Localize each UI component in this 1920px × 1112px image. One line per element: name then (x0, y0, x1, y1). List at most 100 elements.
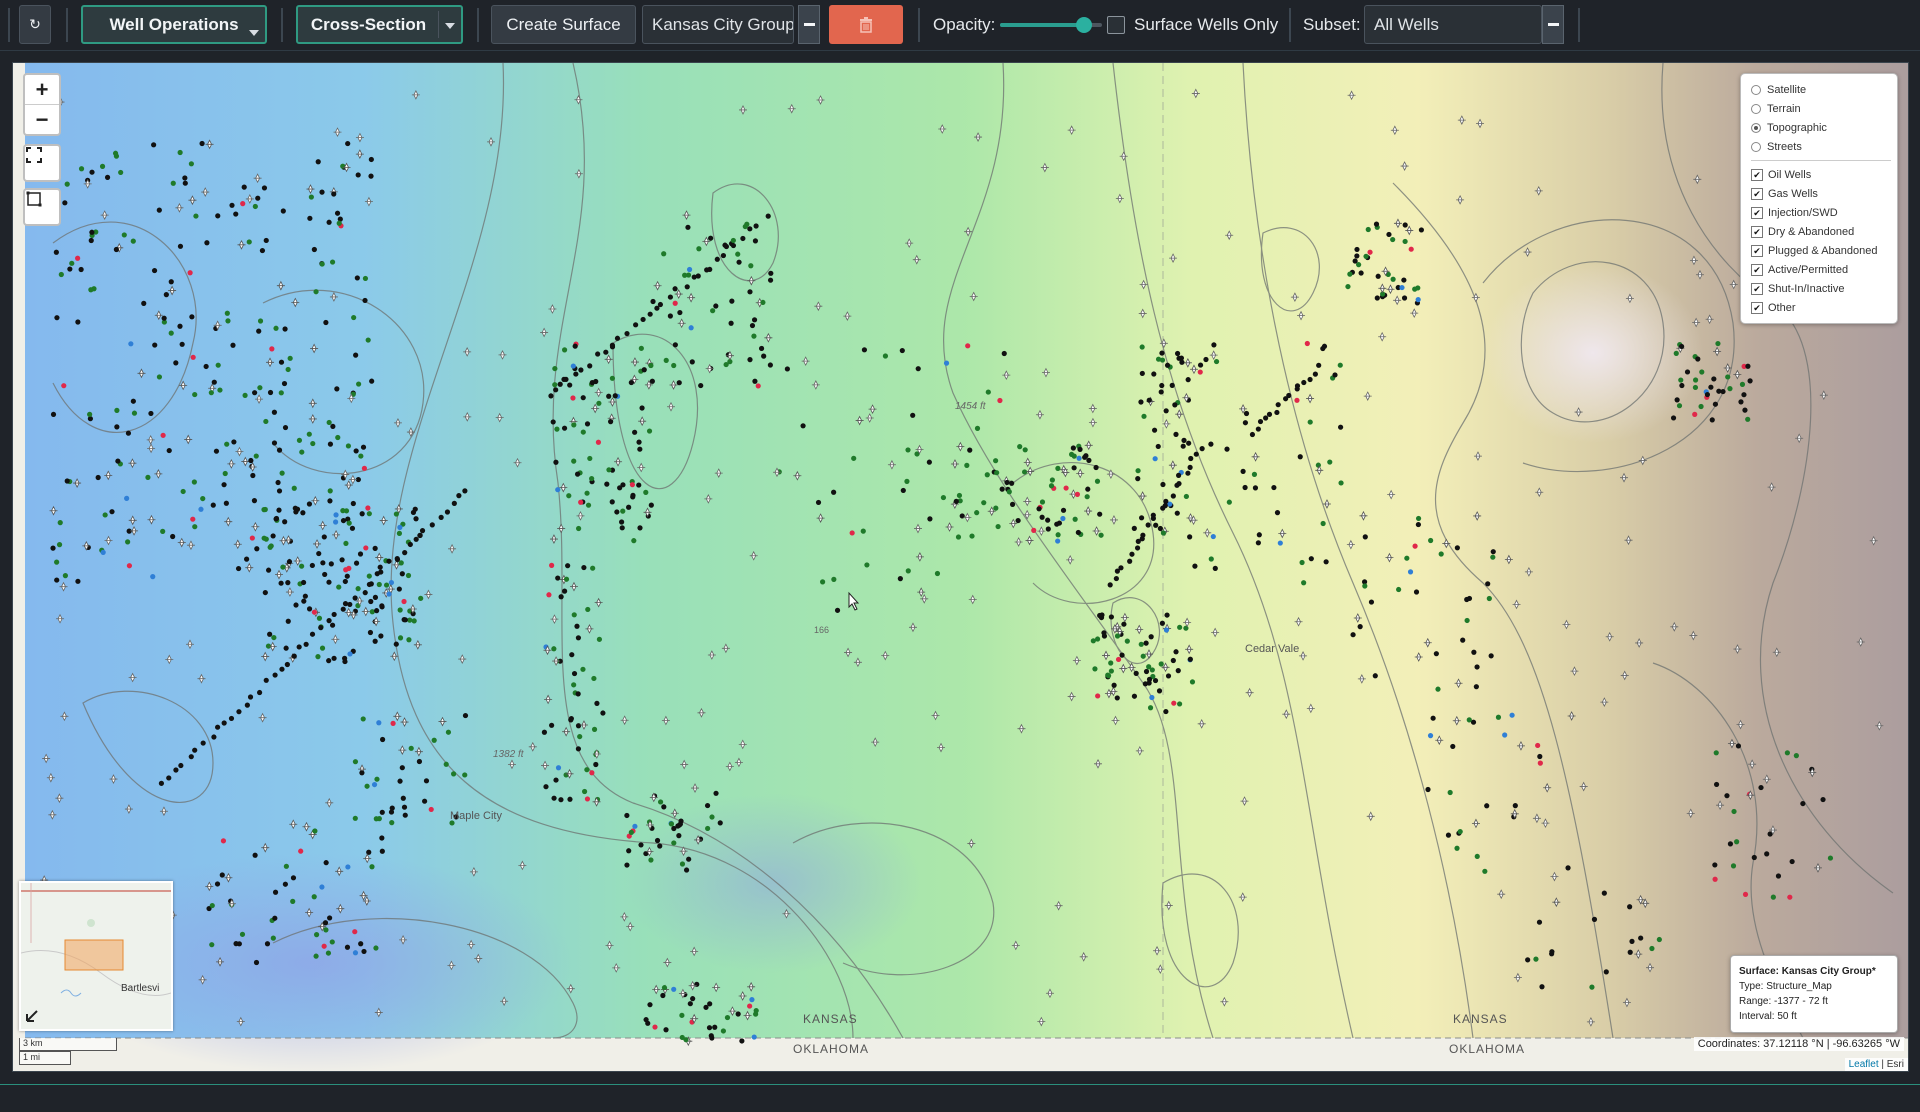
oil-well-marker[interactable] (1172, 402, 1178, 408)
oil-well-marker[interactable] (327, 441, 334, 447)
oil-well-marker[interactable] (192, 747, 198, 753)
gas-well-marker[interactable] (268, 543, 274, 549)
gas-well-marker[interactable] (418, 595, 424, 601)
active-well-marker[interactable] (1076, 455, 1082, 461)
injection-well-marker[interactable] (311, 609, 318, 615)
oil-well-marker[interactable] (399, 571, 405, 577)
gas-well-marker[interactable] (1827, 855, 1834, 861)
oil-well-marker[interactable] (62, 200, 68, 206)
gas-well-marker[interactable] (1299, 559, 1305, 566)
map-view[interactable]: Cedar Vale Maple City KANSAS OKLAHOMA KA… (12, 62, 1909, 1072)
oil-well-marker[interactable] (626, 848, 632, 854)
oil-well-marker[interactable] (1187, 464, 1193, 470)
oil-well-marker[interactable] (64, 478, 70, 484)
oil-well-marker[interactable] (267, 631, 273, 637)
oil-well-marker[interactable] (350, 500, 356, 507)
injection-well-marker[interactable] (589, 770, 595, 776)
oil-well-marker[interactable] (1275, 402, 1281, 408)
oil-well-marker[interactable] (1111, 682, 1117, 688)
leaflet-link[interactable]: Leaflet (1849, 1059, 1879, 1070)
gas-well-marker[interactable] (1055, 465, 1061, 471)
oil-well-marker[interactable] (831, 489, 837, 495)
oil-well-marker[interactable] (767, 277, 774, 283)
gas-well-marker[interactable] (358, 453, 364, 459)
oil-well-marker[interactable] (550, 419, 556, 425)
oil-well-marker[interactable] (1181, 437, 1187, 443)
gas-well-marker[interactable] (411, 618, 417, 624)
oil-well-marker[interactable] (163, 292, 169, 298)
oil-well-marker[interactable] (326, 658, 332, 664)
oil-well-marker[interactable] (199, 140, 205, 147)
gas-well-marker[interactable] (1039, 499, 1046, 505)
oil-well-marker[interactable] (1708, 384, 1714, 390)
gas-well-marker[interactable] (225, 318, 231, 324)
oil-well-marker[interactable] (720, 252, 727, 259)
oil-well-marker[interactable] (323, 860, 329, 866)
oil-well-marker[interactable] (141, 300, 147, 306)
oil-well-marker[interactable] (252, 852, 258, 858)
gas-well-marker[interactable] (1428, 537, 1434, 544)
oil-well-marker[interactable] (261, 185, 268, 191)
active-well-marker[interactable] (688, 325, 694, 331)
gas-well-marker[interactable] (253, 453, 259, 459)
oil-well-marker[interactable] (1242, 484, 1248, 491)
oil-well-marker[interactable] (182, 180, 188, 186)
oil-well-marker[interactable] (402, 617, 408, 623)
oil-well-marker[interactable] (1146, 397, 1152, 403)
oil-well-marker[interactable] (649, 378, 655, 384)
oil-well-marker[interactable] (1727, 841, 1734, 847)
oil-well-marker[interactable] (291, 653, 297, 659)
oil-well-marker[interactable] (1197, 362, 1204, 368)
well-operations-button[interactable]: Well Operations (81, 5, 267, 44)
delete-surface-button[interactable] (829, 5, 903, 44)
cross-section-button[interactable]: Cross-Section (296, 5, 463, 44)
injection-well-marker[interactable] (570, 395, 576, 401)
gas-well-marker[interactable] (1533, 956, 1539, 962)
gas-well-marker[interactable] (1183, 625, 1189, 631)
oil-well-marker[interactable] (1358, 270, 1364, 276)
oil-well-marker[interactable] (402, 812, 408, 818)
gas-well-marker[interactable] (1466, 717, 1472, 723)
gas-well-marker[interactable] (1734, 839, 1740, 845)
active-well-marker[interactable] (632, 823, 638, 829)
injection-well-marker[interactable] (126, 563, 133, 569)
gas-well-marker[interactable] (584, 767, 590, 773)
gas-well-marker[interactable] (408, 745, 414, 751)
gas-well-marker[interactable] (156, 374, 163, 380)
oil-well-marker[interactable] (233, 941, 239, 947)
injection-well-marker[interactable] (1031, 527, 1037, 533)
oil-well-marker[interactable] (1430, 715, 1436, 721)
oil-well-marker[interactable] (210, 502, 216, 508)
gas-well-marker[interactable] (1727, 386, 1733, 392)
oil-well-marker[interactable] (89, 169, 95, 175)
gas-well-marker[interactable] (864, 562, 870, 568)
oil-well-marker[interactable] (619, 519, 625, 525)
injection-well-marker[interactable] (997, 397, 1003, 404)
oil-well-marker[interactable] (1036, 506, 1042, 512)
active-well-marker[interactable] (319, 884, 325, 890)
gas-well-marker[interactable] (296, 437, 303, 443)
gas-well-marker[interactable] (209, 902, 215, 909)
oil-well-marker[interactable] (266, 567, 272, 573)
oil-well-marker[interactable] (573, 371, 579, 377)
gas-well-marker[interactable] (170, 180, 176, 186)
oil-well-marker[interactable] (262, 589, 268, 596)
oil-well-marker[interactable] (1163, 498, 1169, 504)
oil-well-marker[interactable] (553, 459, 559, 465)
oil-well-marker[interactable] (1638, 935, 1644, 941)
oil-well-marker[interactable] (279, 666, 285, 672)
oil-well-marker[interactable] (1724, 793, 1730, 799)
oil-well-marker[interactable] (278, 359, 285, 365)
oil-well-marker[interactable] (235, 565, 242, 572)
gas-well-marker[interactable] (262, 506, 268, 513)
oil-well-marker[interactable] (353, 448, 359, 454)
oil-well-marker[interactable] (306, 501, 313, 507)
gas-well-marker[interactable] (78, 166, 85, 172)
oil-well-marker[interactable] (1372, 673, 1378, 679)
gas-well-marker[interactable] (373, 816, 379, 822)
gas-well-marker[interactable] (1135, 468, 1141, 474)
gas-well-marker[interactable] (661, 985, 668, 991)
gas-well-marker[interactable] (1315, 462, 1321, 468)
gas-well-marker[interactable] (580, 666, 586, 672)
oil-well-marker[interactable] (272, 889, 279, 895)
